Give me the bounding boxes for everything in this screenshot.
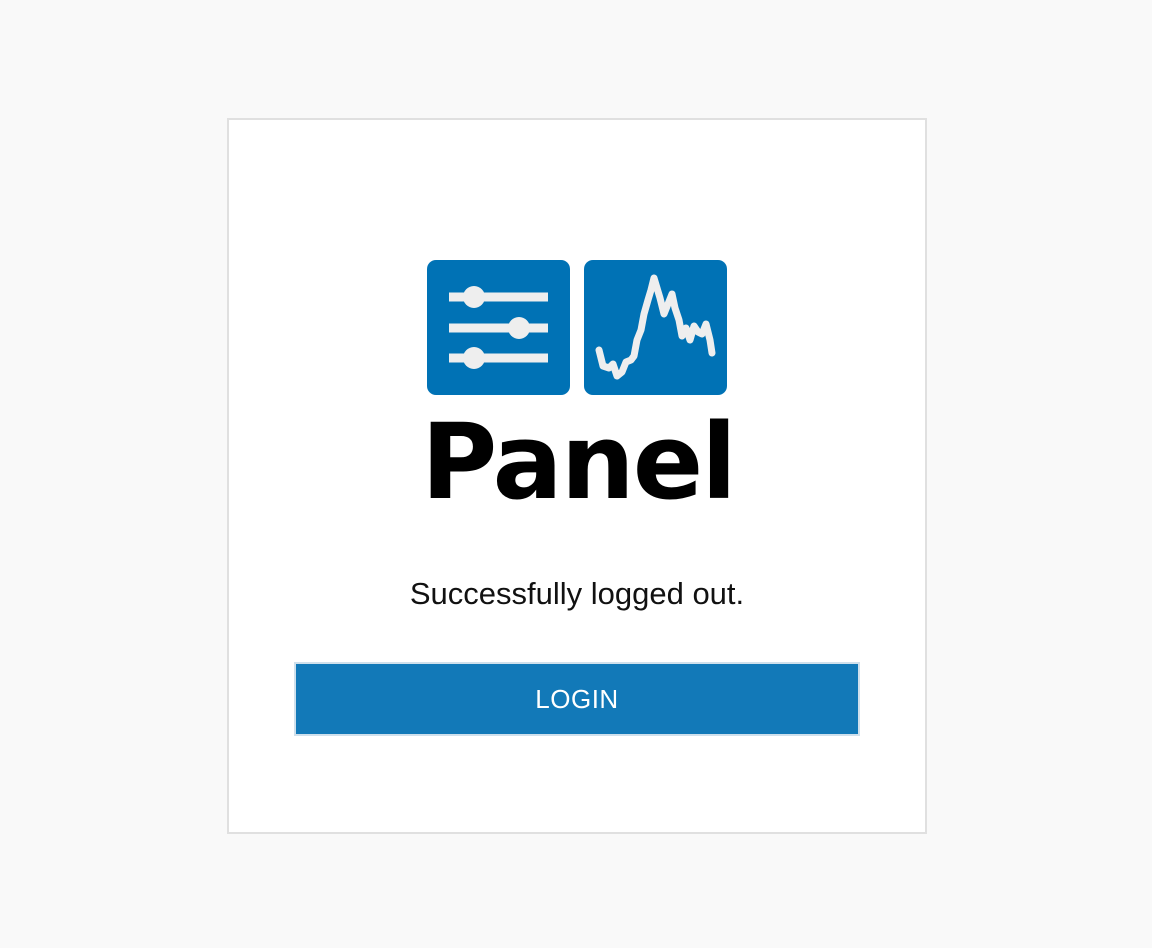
sliders-icon <box>427 260 570 395</box>
logout-card: Panel Successfully logged out. LOGIN <box>227 118 927 834</box>
logout-message: Successfully logged out. <box>409 576 745 611</box>
svg-text:Panel: Panel <box>427 410 729 502</box>
panel-wordmark: Panel <box>427 410 729 502</box>
line-chart-icon <box>584 260 727 395</box>
login-button[interactable]: LOGIN <box>294 662 860 736</box>
panel-logo: Panel <box>427 260 729 502</box>
